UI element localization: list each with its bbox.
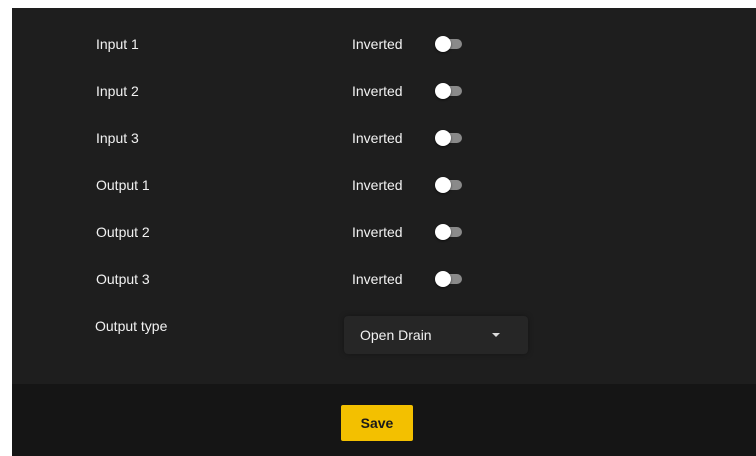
switch-thumb	[435, 271, 451, 287]
inverted-toggle-input-3[interactable]	[435, 130, 463, 146]
chevron-down-icon	[492, 333, 500, 337]
io-row-output-2: Output 2 Inverted	[12, 218, 756, 246]
inverted-label: Inverted	[352, 271, 403, 287]
inverted-toggle-output-2[interactable]	[435, 224, 463, 240]
io-row-output-1: Output 1 Inverted	[12, 171, 756, 199]
switch-thumb	[435, 83, 451, 99]
io-settings-form: Input 1 Inverted Input 2 Inverted Input …	[12, 8, 756, 384]
switch-thumb	[435, 36, 451, 52]
row-label: Output 1	[96, 177, 150, 193]
inverted-label: Inverted	[352, 83, 403, 99]
inverted-toggle-output-1[interactable]	[435, 177, 463, 193]
inverted-toggle-input-2[interactable]	[435, 83, 463, 99]
inverted-label: Inverted	[352, 224, 403, 240]
inverted-label: Inverted	[352, 130, 403, 146]
output-type-select[interactable]: Open Drain	[344, 316, 528, 354]
output-type-label: Output type	[95, 318, 168, 334]
io-row-input-2: Input 2 Inverted	[12, 77, 756, 105]
inverted-label: Inverted	[352, 177, 403, 193]
inverted-toggle-output-3[interactable]	[435, 271, 463, 287]
row-label: Output 2	[96, 224, 150, 240]
row-label: Input 2	[96, 83, 139, 99]
row-label: Input 1	[96, 36, 139, 52]
inverted-label: Inverted	[352, 36, 403, 52]
settings-panel: Input 1 Inverted Input 2 Inverted Input …	[12, 8, 756, 456]
io-row-input-1: Input 1 Inverted	[12, 30, 756, 58]
row-label: Input 3	[96, 130, 139, 146]
io-row-input-3: Input 3 Inverted	[12, 124, 756, 152]
io-row-output-3: Output 3 Inverted	[12, 265, 756, 293]
switch-thumb	[435, 224, 451, 240]
output-type-value: Open Drain	[360, 327, 432, 343]
save-button[interactable]: Save	[341, 405, 413, 441]
switch-thumb	[435, 130, 451, 146]
inverted-toggle-input-1[interactable]	[435, 36, 463, 52]
switch-thumb	[435, 177, 451, 193]
row-label: Output 3	[96, 271, 150, 287]
